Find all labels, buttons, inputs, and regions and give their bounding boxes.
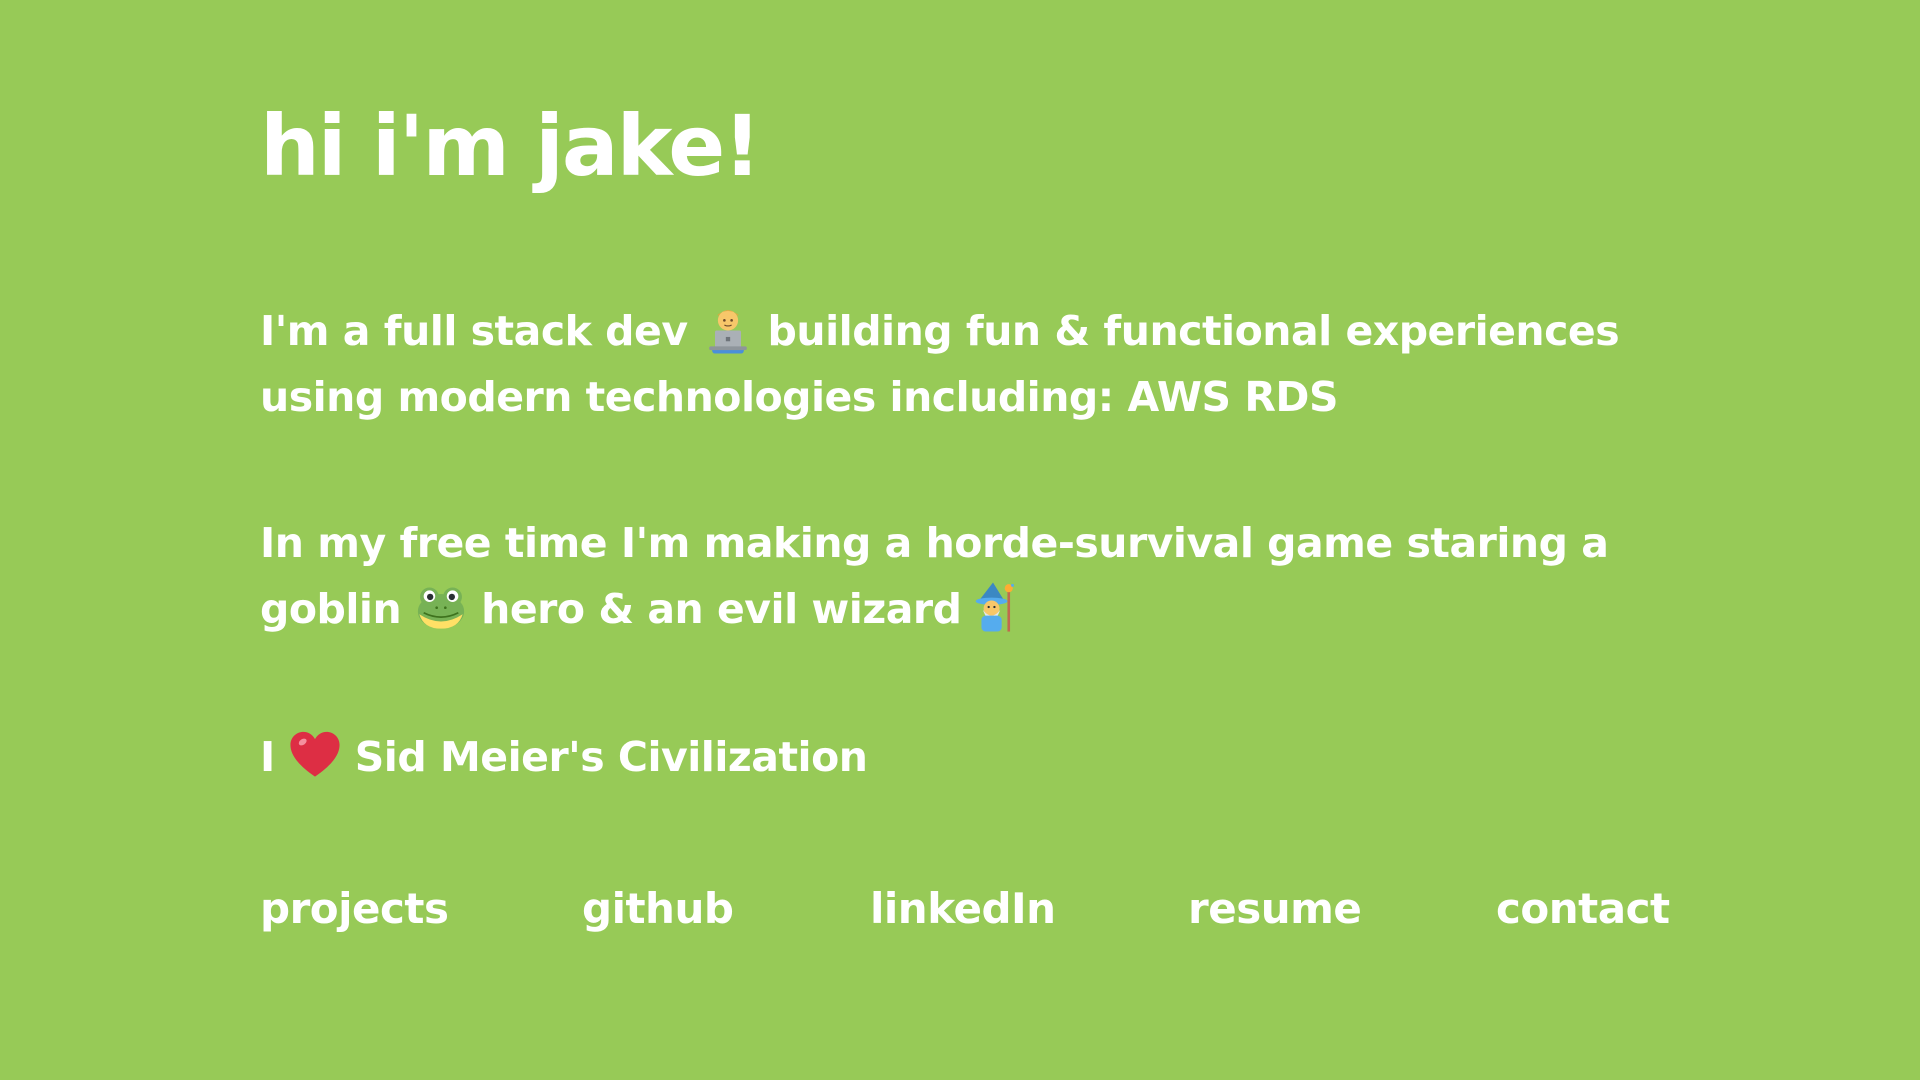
intro-text-start: I'm a full stack dev xyxy=(260,307,688,355)
page-title: hi i'm jake! xyxy=(260,97,761,195)
heart-icon xyxy=(289,729,341,781)
landing-page: hi i'm jake! I'm a full stack dev buildi… xyxy=(260,0,1680,1080)
wizard-icon xyxy=(967,581,1019,633)
love-text-end: Sid Meier's Civilization xyxy=(354,733,868,781)
hobby-paragraph: In my free time I'm making a horde-survi… xyxy=(260,510,1660,642)
main-nav: projects github linkedIn resume contact xyxy=(260,876,1680,946)
nav-link-linkedin[interactable]: linkedIn xyxy=(870,876,1056,942)
intro-paragraph: I'm a full stack dev building fun & func… xyxy=(260,298,1660,430)
love-line: I Sid Meier's Civilization xyxy=(260,724,1660,790)
nav-link-projects[interactable]: projects xyxy=(260,876,449,942)
hobby-text-middle: hero & an evil wizard xyxy=(481,585,962,633)
nav-link-contact[interactable]: contact xyxy=(1496,876,1670,942)
technologist-icon xyxy=(702,303,754,355)
frog-icon xyxy=(415,581,467,633)
nav-link-github[interactable]: github xyxy=(582,876,734,942)
nav-link-resume[interactable]: resume xyxy=(1188,876,1362,942)
love-text-start: I xyxy=(260,733,275,781)
